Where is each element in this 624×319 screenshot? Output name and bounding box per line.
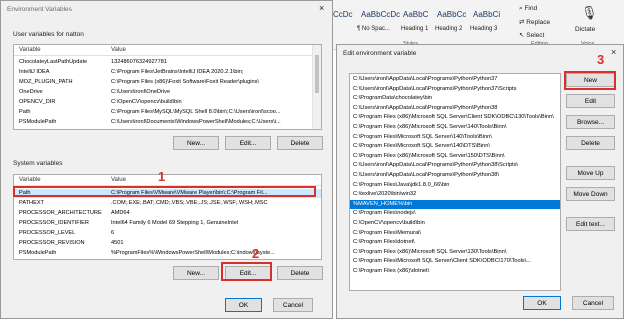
- table-row[interactable]: PROCESSOR_ARCHITECTURE AMD64: [14, 209, 321, 218]
- close-icon[interactable]: ×: [319, 3, 324, 13]
- style-preview[interactable]: AaBbC: [403, 10, 428, 19]
- list-item[interactable]: C:\ProgramData\chocolatey\bin: [350, 94, 560, 103]
- style-name: Heading 1: [401, 26, 429, 32]
- list-item[interactable]: C:\Users\ironl\AppData\Local\Programs\Py…: [350, 161, 560, 170]
- find-button[interactable]: ⌕ Find: [519, 5, 537, 13]
- table-row[interactable]: OPENCV_DIR C:\OpenCV\opencv\build\bin: [14, 98, 321, 107]
- user-variables-list[interactable]: Variable Value ChocolateyLastPathUpdate …: [13, 44, 322, 130]
- list-header: Variable Value: [14, 175, 321, 186]
- list-item[interactable]: C:\Program Files\Microsoft SQL Server\Cl…: [350, 257, 560, 266]
- style-preview[interactable]: AaBbCi: [473, 10, 500, 19]
- annotation-step-2: 2: [252, 246, 260, 261]
- path-entries-list[interactable]: C:\Users\ironl\AppData\Local\Programs\Py…: [349, 73, 561, 291]
- scrollbar-thumb[interactable]: [315, 55, 319, 93]
- list-item[interactable]: C:\Program Files (x86)\Microsoft SQL Ser…: [350, 123, 560, 132]
- dictate-button[interactable]: Dictate: [575, 26, 595, 33]
- select-button[interactable]: ↖ Select: [519, 31, 544, 39]
- microphone-icon[interactable]: 🎙: [581, 5, 598, 21]
- list-item[interactable]: C:\Program Files\Microsoft SQL Server\14…: [350, 142, 560, 151]
- table-row[interactable]: PROCESSOR_IDENTIFIER Intel64 Family 6 Mo…: [14, 219, 321, 228]
- style-preview[interactable]: AaBbCcDc: [361, 10, 400, 19]
- table-row[interactable]: PSModulePath %ProgramFiles%\WindowsPower…: [14, 249, 321, 258]
- annotation-step-3: 3: [597, 52, 605, 67]
- list-item[interactable]: C:\Program Files (x86)\Microsoft SQL Ser…: [350, 248, 560, 257]
- list-item[interactable]: C:\Program Files\Microsoft SQL Server\14…: [350, 133, 560, 142]
- list-item[interactable]: C:\Users\ironl\AppData\Local\Programs\Py…: [350, 171, 560, 180]
- user-edit-button[interactable]: Edit...: [225, 136, 271, 150]
- word-ribbon: CcDc AaBbCcDc ¶ No Spac... AaBbC Heading…: [333, 0, 624, 50]
- table-row[interactable]: PSModulePath C:\Users\ironl\Documents\Wi…: [14, 118, 321, 127]
- edit-text-button[interactable]: Edit text...: [566, 217, 615, 231]
- move-down-button[interactable]: Move Down: [566, 187, 615, 201]
- user-new-button[interactable]: New...: [173, 136, 219, 150]
- table-row[interactable]: IntelliJ IDEA C:\Program Files\JetBrains…: [14, 68, 321, 77]
- system-variables-label: System variables: [13, 160, 63, 167]
- table-row[interactable]: OneDrive C:\Users\ironl\OneDrive: [14, 88, 321, 97]
- list-item[interactable]: C:\Program Files\Java\jdk1.8.0_66\bin: [350, 181, 560, 190]
- table-row[interactable]: MOZ_PLUGIN_PATH C:\Program Files (x86)\F…: [14, 78, 321, 87]
- close-icon[interactable]: ×: [611, 47, 616, 57]
- column-header-value[interactable]: Value: [111, 47, 126, 53]
- table-row[interactable]: PROCESSOR_LEVEL 6: [14, 229, 321, 238]
- style-name: Heading 3: [470, 26, 498, 32]
- list-item[interactable]: C:\texlive\2020\bin\win32: [350, 190, 560, 199]
- list-item[interactable]: C:\Program Files\nodejs\: [350, 209, 560, 218]
- annotation-path-highlight: [13, 186, 316, 197]
- list-item[interactable]: C:\Program Files\dotnet\: [350, 238, 560, 247]
- column-header-variable[interactable]: Variable: [19, 47, 41, 53]
- list-item[interactable]: C:\OpenCV\opencv\build\bin: [350, 219, 560, 228]
- list-item[interactable]: C:\Program Files (x86)\Microsoft SQL Ser…: [350, 113, 560, 122]
- system-new-button[interactable]: New...: [173, 266, 219, 280]
- list-item[interactable]: C:\Program Files\Memurai\: [350, 229, 560, 238]
- list-item[interactable]: C:\Program Files (x86)\Microsoft SQL Ser…: [350, 152, 560, 161]
- browse-button[interactable]: Browse...: [566, 115, 615, 129]
- user-delete-button[interactable]: Delete: [277, 136, 323, 150]
- dialog-title: Edit environment variable: [343, 50, 417, 57]
- table-row[interactable]: PATHEXT .COM;.EXE;.BAT;.CMD;.VBS;.VBE;.J…: [14, 199, 321, 208]
- annotation-new-highlight: [564, 71, 616, 90]
- replace-button[interactable]: ⇄ Replace: [519, 18, 550, 26]
- column-header-variable[interactable]: Variable: [19, 177, 41, 183]
- environment-variables-dialog: Environment Variables × User variables f…: [0, 0, 333, 319]
- table-row[interactable]: ChocolateyLastPathUpdate 132486076324927…: [14, 58, 321, 67]
- list-item[interactable]: C:\Users\ironl\AppData\Local\Programs\Py…: [350, 85, 560, 94]
- style-preview[interactable]: CcDc: [333, 10, 353, 19]
- list-header: Variable Value: [14, 45, 321, 56]
- cancel-button[interactable]: Cancel: [273, 298, 313, 312]
- column-header-value[interactable]: Value: [111, 177, 126, 183]
- cancel-button[interactable]: Cancel: [572, 296, 614, 310]
- annotation-edit-highlight: [221, 262, 272, 281]
- style-name: ¶ No Spac...: [357, 26, 390, 32]
- move-up-button[interactable]: Move Up: [566, 166, 615, 180]
- list-item-selected[interactable]: %MAVEN_HOME%\bin: [350, 199, 560, 210]
- style-preview[interactable]: AaBbCc: [437, 10, 466, 19]
- vertical-scrollbar[interactable]: [312, 45, 321, 129]
- edit-entry-button[interactable]: Edit: [566, 94, 615, 108]
- list-item[interactable]: C:\Users\ironl\AppData\Local\Programs\Py…: [350, 104, 560, 113]
- list-item[interactable]: C:\Users\ironl\AppData\Local\Programs\Py…: [350, 75, 560, 84]
- user-variables-label: User variables for natton: [13, 31, 84, 38]
- annotation-step-1: 1: [158, 169, 166, 184]
- system-delete-button[interactable]: Delete: [277, 266, 323, 280]
- table-row[interactable]: Path C:\Program Files\MySQL\MySQL Shell …: [14, 108, 321, 117]
- style-name: Heading 2: [435, 26, 463, 32]
- delete-entry-button[interactable]: Delete: [566, 136, 615, 150]
- table-row[interactable]: PROCESSOR_REVISION 4501: [14, 239, 321, 248]
- list-item[interactable]: C:\Program Files (x86)\dotnet\: [350, 267, 560, 276]
- ok-button[interactable]: OK: [523, 296, 561, 310]
- ok-button[interactable]: OK: [225, 298, 262, 312]
- dialog-title: Environment Variables: [7, 6, 72, 13]
